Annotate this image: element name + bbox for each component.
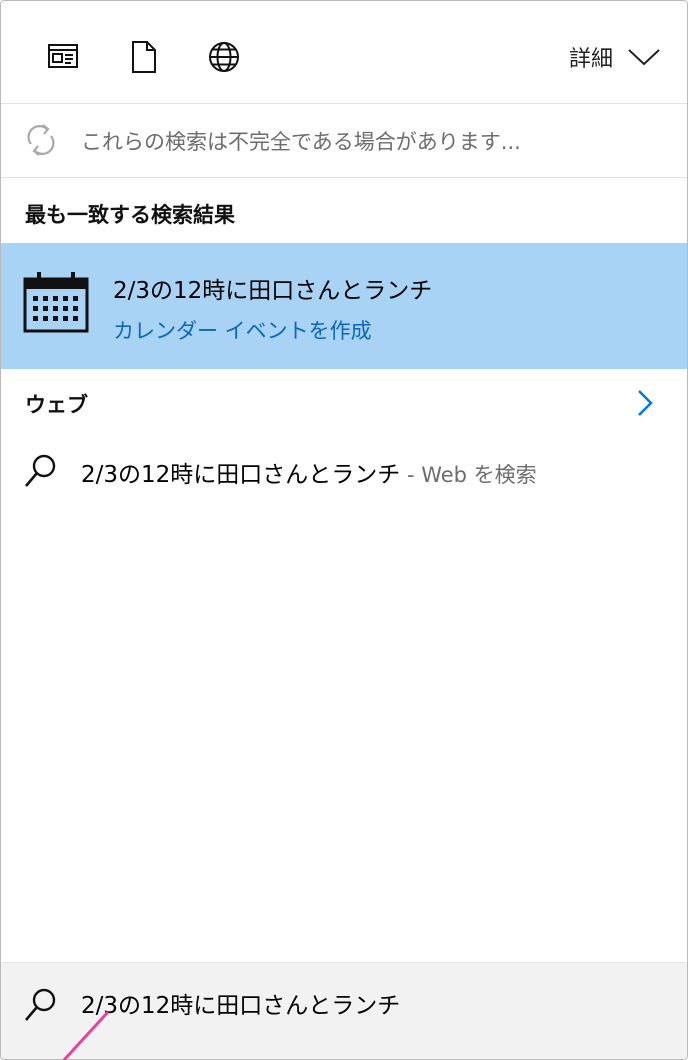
notice-text: これらの検索は不完全である場合があります... [81,130,521,154]
web-search-suggestion[interactable]: 2/3の12時に田口さんとランチ - Web を検索 [1,441,687,503]
search-box[interactable] [1,962,687,1059]
best-match-title: 2/3の12時に田口さんとランチ [113,278,433,304]
web-heading: ウェブ [25,393,88,417]
search-filter-toolbar: 詳細 [1,1,687,104]
details-label: 詳細 [568,47,613,72]
search-icon [25,988,56,1021]
details-dropdown-button[interactable]: 詳細 [569,35,661,79]
web-section-header[interactable]: ウェブ [1,373,687,429]
search-panel: 詳細 これらの検索は不完全である場合があります... 最も一致する検索結果 2/… [0,0,688,1060]
calendar-icon [23,272,89,333]
web-query-suffix: - Web を検索 [400,463,537,487]
web-suggestion-text: 2/3の12時に田口さんとランチ - Web を検索 [81,455,537,489]
news-icon[interactable] [45,39,81,75]
web-query-text: 2/3の12時に田口さんとランチ [81,462,401,488]
best-match-result[interactable]: 2/3の12時に田口さんとランチ カレンダー イベントを作成 [1,243,687,369]
search-input[interactable] [81,985,641,1021]
best-match-subtitle: カレンダー イベントを作成 [113,319,372,343]
globe-icon[interactable] [206,39,242,75]
sync-icon [27,124,55,156]
incomplete-results-notice: これらの検索は不完全である場合があります... [1,104,687,178]
best-match-heading: 最も一致する検索結果 [25,203,235,227]
search-icon [25,454,56,487]
chevron-right-icon [638,390,653,416]
chevron-down-icon [628,49,660,66]
document-icon[interactable] [125,39,161,75]
